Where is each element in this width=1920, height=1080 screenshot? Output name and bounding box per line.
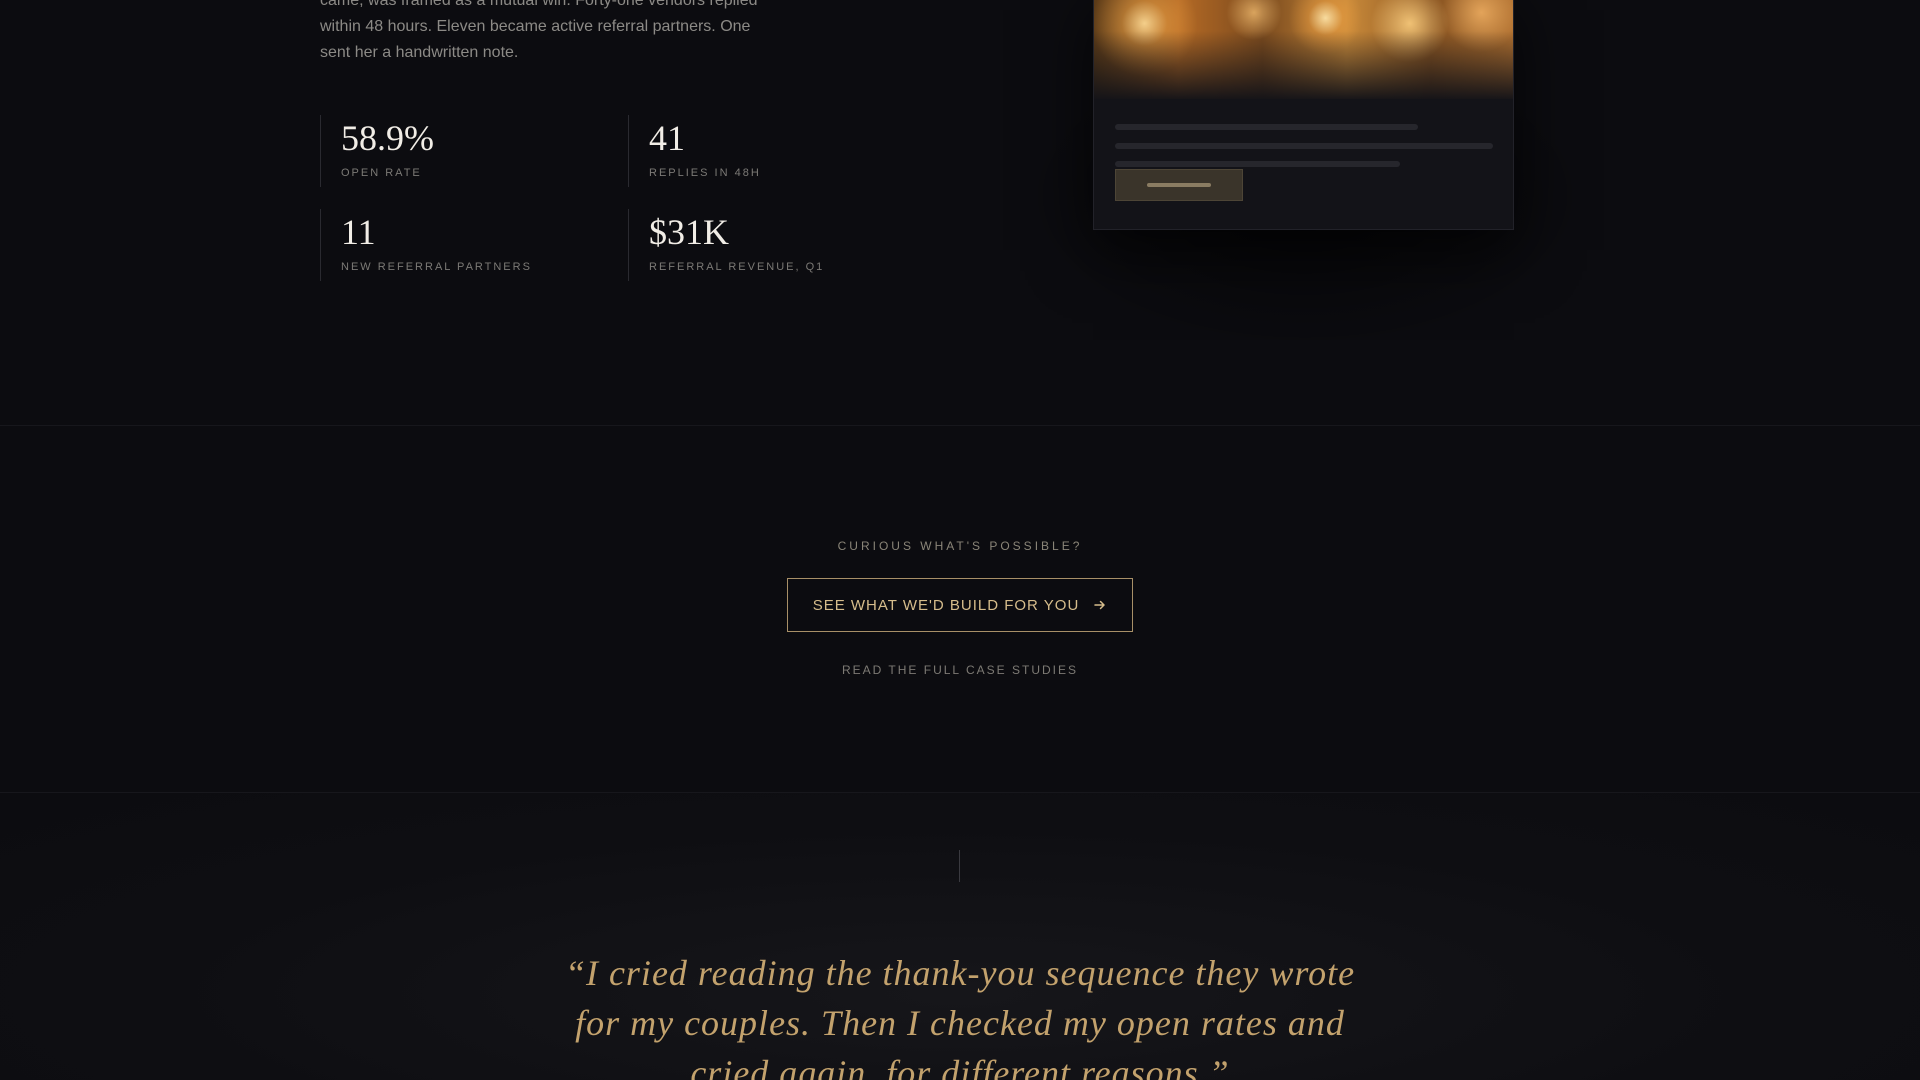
- image-fade: [1094, 31, 1513, 101]
- arrow-right-icon: [1094, 600, 1106, 610]
- stat-referral-partners: 11 NEW REFERRAL PARTNERS: [320, 209, 600, 281]
- stat-label: NEW REFERRAL PARTNERS: [341, 261, 532, 273]
- stat-label: REPLIES IN 48H: [649, 167, 761, 179]
- decorative-divider: [959, 850, 960, 882]
- stat-value: 11: [341, 212, 376, 252]
- email-preview-mockup: [1093, 0, 1514, 230]
- stat-label: OPEN RATE: [341, 167, 422, 179]
- stat-referral-revenue: $31K REFERRAL REVENUE, Q1: [628, 209, 908, 281]
- placeholder-button: [1115, 169, 1243, 201]
- testimonial-quote: “I cried reading the thank-you sequence …: [564, 953, 1356, 1080]
- read-case-studies-link[interactable]: READ THE FULL CASE STUDIES: [0, 663, 1920, 677]
- see-what-we-build-button[interactable]: SEE WHAT WE'D BUILD FOR YOU: [787, 578, 1133, 632]
- stat-replies: 41 REPLIES IN 48H: [628, 115, 908, 187]
- stat-value: 41: [649, 118, 685, 158]
- testimonial-section: “I cried reading the thank-you sequence …: [0, 793, 1920, 1080]
- cta-eyebrow: CURIOUS WHAT'S POSSIBLE?: [837, 539, 1083, 553]
- placeholder-text-line: [1115, 124, 1418, 130]
- cta-button-label: SEE WHAT WE'D BUILD FOR YOU: [812, 596, 1080, 614]
- stat-value: 58.9%: [341, 118, 434, 158]
- stat-open-rate: 58.9% OPEN RATE: [320, 115, 600, 187]
- cta-section: CURIOUS WHAT'S POSSIBLE? SEE WHAT WE'D B…: [0, 426, 1920, 793]
- placeholder-text-line: [1115, 143, 1493, 149]
- stat-label: REFERRAL REVENUE, Q1: [649, 261, 825, 273]
- stat-value: $31K: [649, 212, 729, 252]
- case-study-section: came, was framed as a mutual win. Forty-…: [0, 0, 1920, 426]
- page: came, was framed as a mutual win. Forty-…: [0, 0, 1920, 1080]
- case-study-body: came, was framed as a mutual win. Forty-…: [320, 0, 758, 61]
- placeholder-text-line: [1115, 161, 1400, 167]
- placeholder-button-label: [1147, 183, 1211, 187]
